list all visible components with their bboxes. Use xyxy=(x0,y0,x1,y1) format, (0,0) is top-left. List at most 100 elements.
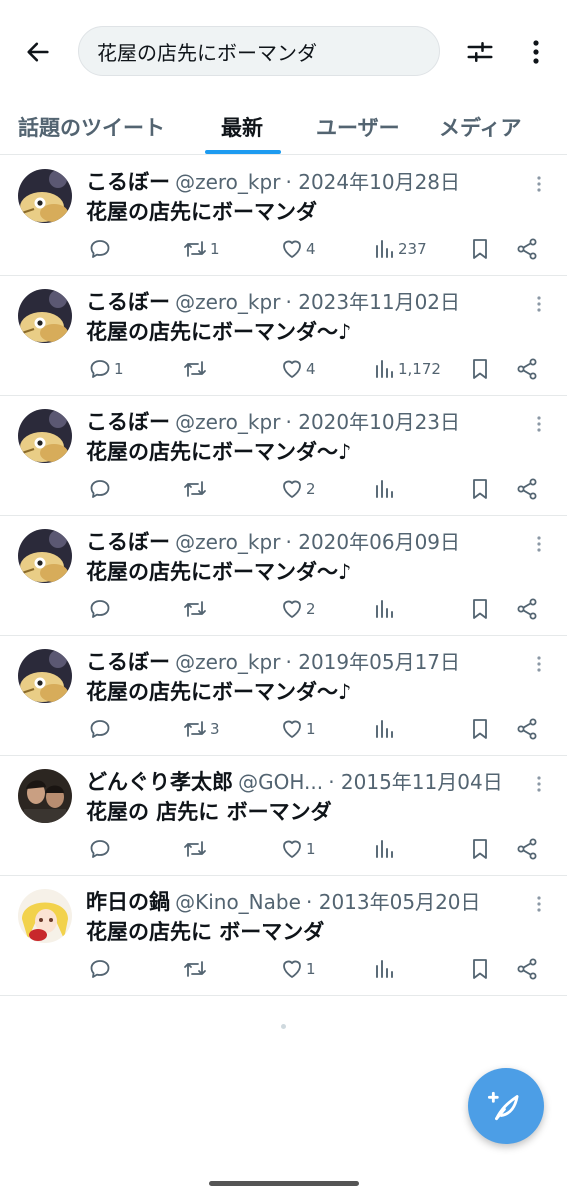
tweet[interactable]: こるぼー @zero_kpr · 2020年10月23日 花屋の店先にボーマンダ… xyxy=(0,396,567,516)
like-button[interactable]: 1 xyxy=(280,714,316,744)
display-name[interactable]: こるぼー xyxy=(86,410,170,434)
tweet-header: こるぼー @zero_kpr · 2024年10月28日 xyxy=(86,166,527,194)
bookmark-button[interactable] xyxy=(469,354,491,384)
tweet-more-button[interactable] xyxy=(529,532,549,556)
filter-button[interactable] xyxy=(462,34,498,70)
more-vertical-icon xyxy=(537,656,541,672)
tab-media[interactable]: メディア xyxy=(439,112,522,142)
views-chart-icon xyxy=(376,360,393,378)
bookmark-button[interactable] xyxy=(469,714,491,744)
bookmark-button[interactable] xyxy=(469,594,491,624)
back-button[interactable] xyxy=(20,34,56,70)
tweet-actions: 1 4 237 xyxy=(86,234,556,264)
retweet-button[interactable]: 3 xyxy=(182,714,220,744)
bookmark-button[interactable] xyxy=(469,474,491,504)
display-name[interactable]: こるぼー xyxy=(86,530,170,554)
bookmark-button[interactable] xyxy=(469,834,491,864)
like-button[interactable]: 4 xyxy=(280,234,316,264)
display-name[interactable]: こるぼー xyxy=(86,290,170,314)
display-name[interactable]: 昨日の鍋 xyxy=(86,890,170,914)
tab-latest[interactable]: 最新 xyxy=(221,112,263,142)
reply-icon xyxy=(90,720,110,738)
tweet-more-button[interactable] xyxy=(529,892,549,916)
views-button[interactable] xyxy=(374,714,398,744)
avatar[interactable] xyxy=(18,889,72,943)
retweet-button[interactable] xyxy=(182,834,210,864)
reply-count: 1 xyxy=(114,360,124,378)
tab-users[interactable]: ユーザー xyxy=(316,112,400,142)
arrow-left-icon xyxy=(27,42,49,62)
heart-icon xyxy=(283,360,301,378)
tweet-more-button[interactable] xyxy=(529,292,549,316)
bookmark-icon xyxy=(473,719,487,739)
retweet-button[interactable]: 1 xyxy=(182,234,220,264)
avatar[interactable] xyxy=(18,289,72,343)
home-indicator xyxy=(209,1181,359,1186)
search-input[interactable]: 花屋の店先にボーマンダ xyxy=(78,26,440,76)
tweet[interactable]: こるぼー @zero_kpr · 2020年06月09日 花屋の店先にボーマンダ… xyxy=(0,516,567,636)
like-button[interactable]: 2 xyxy=(280,594,316,624)
tweet-more-button[interactable] xyxy=(529,652,549,676)
retweet-button[interactable] xyxy=(182,354,210,384)
display-name[interactable]: こるぼー xyxy=(86,170,170,194)
views-button[interactable] xyxy=(374,474,398,504)
tweet[interactable]: どんぐり孝太郎 @GOH... · 2015年11月04日 花屋の 店先に ボー… xyxy=(0,756,567,876)
share-button[interactable] xyxy=(515,594,539,624)
reply-button[interactable] xyxy=(88,594,114,624)
avatar[interactable] xyxy=(18,169,72,223)
share-button[interactable] xyxy=(515,954,539,984)
retweet-button[interactable] xyxy=(182,954,210,984)
views-button[interactable] xyxy=(374,954,398,984)
views-button[interactable] xyxy=(374,594,398,624)
tweet-date: 2015年11月04日 xyxy=(340,770,503,794)
avatar[interactable] xyxy=(18,649,72,703)
retweet-button[interactable] xyxy=(182,594,210,624)
tweet-date: 2013年05月20日 xyxy=(318,890,481,914)
bookmark-icon xyxy=(473,599,487,619)
views-button[interactable]: 237 xyxy=(374,234,427,264)
tweet-text: 花屋の店先にボーマンダ～♪ xyxy=(86,560,352,584)
share-button[interactable] xyxy=(515,354,539,384)
tweet[interactable]: こるぼー @zero_kpr · 2019年05月17日 花屋の店先にボーマンダ… xyxy=(0,636,567,756)
sliders-icon xyxy=(467,42,493,62)
tweet-more-button[interactable] xyxy=(529,172,549,196)
share-button[interactable] xyxy=(515,234,539,264)
retweet-button[interactable] xyxy=(182,474,210,504)
compose-button[interactable] xyxy=(468,1068,544,1144)
tweet-actions: 3 1 xyxy=(86,714,556,744)
separator-dot: · xyxy=(285,170,299,194)
like-button[interactable]: 2 xyxy=(280,474,316,504)
display-name[interactable]: こるぼー xyxy=(86,650,170,674)
reply-button[interactable] xyxy=(88,954,114,984)
views-button[interactable] xyxy=(374,834,398,864)
like-button[interactable]: 4 xyxy=(280,354,316,384)
share-button[interactable] xyxy=(515,834,539,864)
share-button[interactable] xyxy=(515,714,539,744)
share-button[interactable] xyxy=(515,474,539,504)
reply-button[interactable] xyxy=(88,714,114,744)
reply-button[interactable] xyxy=(88,474,114,504)
tweet[interactable]: こるぼー @zero_kpr · 2024年10月28日 花屋の店先にボーマンダ xyxy=(0,156,567,276)
display-name[interactable]: どんぐり孝太郎 xyxy=(86,770,233,794)
more-options-button[interactable] xyxy=(520,34,552,70)
tab-top[interactable]: 話題のツイート xyxy=(18,112,165,142)
like-button[interactable]: 1 xyxy=(280,954,316,984)
user-handle: @zero_kpr xyxy=(175,650,281,674)
heart-icon xyxy=(283,600,301,618)
bookmark-button[interactable] xyxy=(469,234,491,264)
bookmark-button[interactable] xyxy=(469,954,491,984)
reply-button[interactable] xyxy=(88,834,114,864)
like-button[interactable]: 1 xyxy=(280,834,316,864)
avatar[interactable] xyxy=(18,409,72,463)
views-button[interactable]: 1,172 xyxy=(374,354,441,384)
tweet-text: 花屋の店先にボーマンダ xyxy=(86,200,317,224)
reply-button[interactable]: 1 xyxy=(88,354,124,384)
reply-button[interactable] xyxy=(88,234,114,264)
tweet-header: どんぐり孝太郎 @GOH... · 2015年11月04日 xyxy=(86,766,527,794)
avatar[interactable] xyxy=(18,529,72,583)
tweet[interactable]: こるぼー @zero_kpr · 2023年11月02日 花屋の店先にボーマンダ… xyxy=(0,276,567,396)
tweet-more-button[interactable] xyxy=(529,772,549,796)
tweet[interactable]: 昨日の鍋 @Kino_Nabe · 2013年05月20日 花屋の店先に ボーマ… xyxy=(0,876,567,996)
tweet-more-button[interactable] xyxy=(529,412,549,436)
avatar[interactable] xyxy=(18,769,72,823)
